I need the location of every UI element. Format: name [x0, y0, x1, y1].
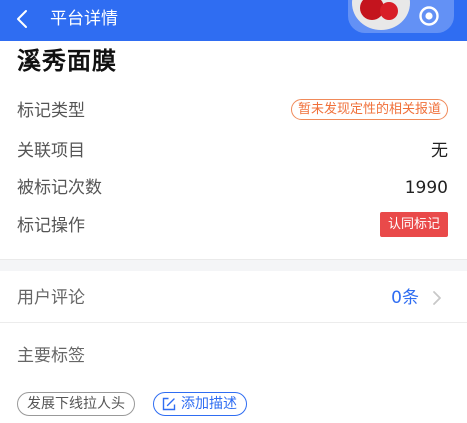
comment-count: 0条 — [391, 288, 419, 308]
add-description-button[interactable]: 添加描述 — [153, 392, 247, 416]
related-project-value: 无 — [431, 141, 448, 161]
mark-action-label: 标记操作 — [17, 216, 85, 236]
main-tags-title: 主要标签 — [17, 346, 85, 366]
header-title: 平台详情 — [50, 9, 118, 29]
user-comments-row[interactable]: 用户评论 0条 — [0, 271, 467, 323]
mark-type-badge: 暂未发现定性的相关报道 — [290, 99, 448, 120]
target-icon[interactable] — [418, 5, 440, 27]
mark-count-label: 被标记次数 — [17, 178, 102, 198]
mark-type-label: 标记类型 — [17, 101, 85, 121]
mark-action-row: 标记操作 认同标记 — [0, 211, 467, 241]
nav-header: 平台详情 — [0, 0, 467, 41]
chevron-left-icon[interactable] — [13, 8, 33, 30]
section-divider — [0, 259, 467, 271]
related-project-row: 关联项目 无 — [0, 136, 467, 166]
page-title: 溪秀面膜 — [17, 47, 117, 75]
edit-icon — [162, 397, 176, 411]
user-comments-label: 用户评论 — [17, 288, 85, 308]
tag-chip[interactable]: 发展下线拉人头 — [17, 392, 135, 416]
agree-mark-button[interactable]: 认同标记 — [379, 212, 448, 237]
mark-count-row: 被标记次数 1990 — [0, 173, 467, 203]
chevron-right-icon — [433, 291, 441, 305]
add-description-label: 添加描述 — [181, 396, 237, 412]
related-project-label: 关联项目 — [17, 141, 85, 161]
mark-count-value: 1990 — [404, 178, 448, 198]
mark-type-row: 标记类型 暂未发现定性的相关报道 — [0, 96, 467, 126]
